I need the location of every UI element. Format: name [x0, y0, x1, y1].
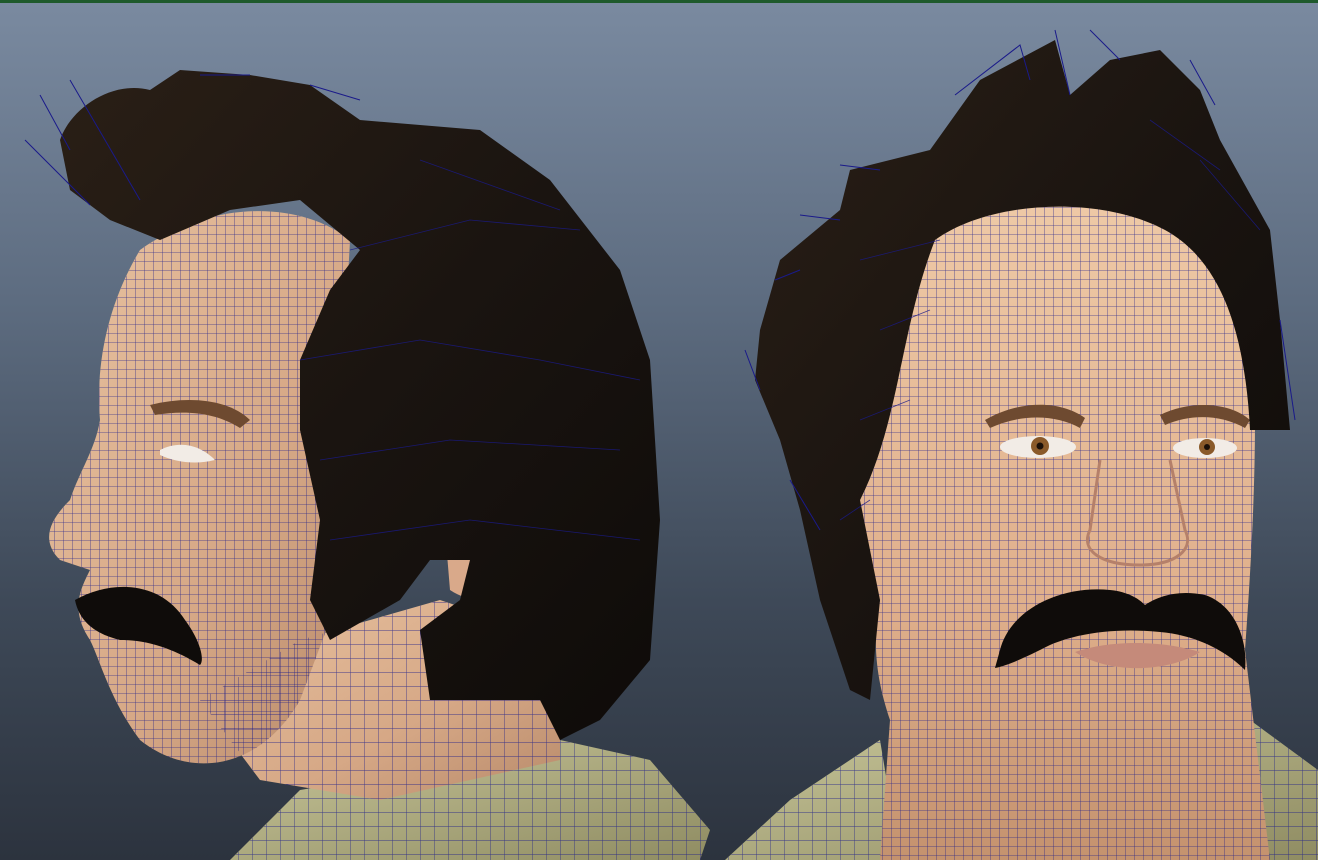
head-model-front-view[interactable] [725, 29, 1318, 860]
3d-viewport[interactable] [0, 0, 1318, 860]
head-model-side-view[interactable] [24, 70, 710, 860]
viewport-canvas[interactable] [0, 0, 1318, 860]
